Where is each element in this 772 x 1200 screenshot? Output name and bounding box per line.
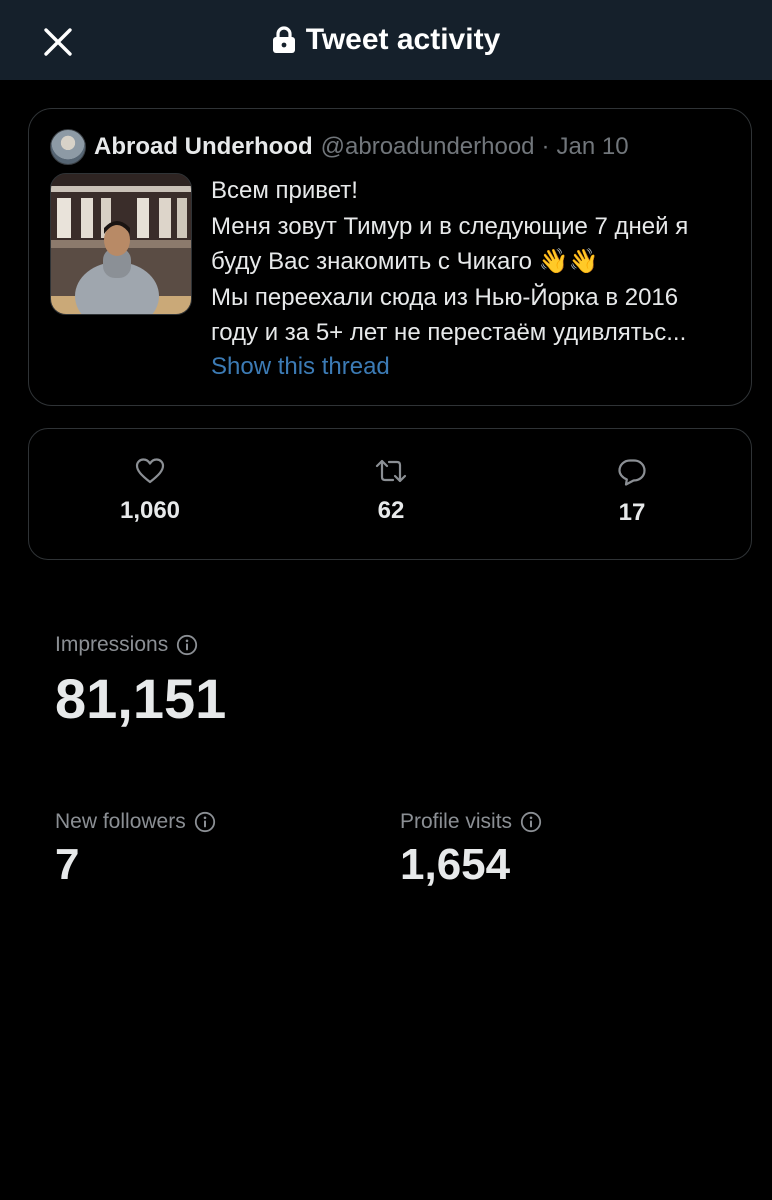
impressions-value: 81,151: [55, 667, 227, 730]
show-thread-link[interactable]: Show this thread: [211, 353, 390, 381]
tweet-text-line: Всем привет!: [211, 177, 358, 204]
info-icon[interactable]: [520, 811, 542, 833]
tweet-date: Jan 10: [556, 133, 629, 160]
engagement-stats-card: 1,060 62 17: [28, 428, 752, 560]
replies-stat[interactable]: 17: [562, 457, 702, 527]
info-icon[interactable]: [194, 811, 216, 833]
author-avatar[interactable]: [50, 129, 86, 165]
replies-count: 17: [618, 499, 646, 526]
new-followers-label: New followers: [55, 810, 186, 833]
top-bar: Tweet activity: [0, 0, 772, 80]
header-title-group: Tweet activity: [0, 0, 772, 80]
tweet-text-line: Меня зовут Тимур и в следующие 7 дней я: [211, 212, 689, 240]
tweet-photo-image: [51, 174, 191, 314]
reply-icon: [618, 459, 646, 486]
author-name[interactable]: Abroad Underhood: [94, 133, 313, 161]
profile-visits-value: 1,654: [400, 840, 511, 889]
profile-visits-label-row: Profile visits: [400, 810, 542, 834]
new-followers-label-row: New followers: [55, 810, 216, 834]
separator-dot: ·: [541, 133, 550, 160]
new-followers-value: 7: [55, 840, 80, 889]
heart-icon: [135, 458, 165, 484]
tweet-media-thumbnail[interactable]: [50, 173, 192, 315]
impressions-label: Impressions: [55, 633, 169, 656]
lock-icon: [272, 26, 295, 53]
retweet-icon: [375, 459, 407, 483]
impressions-label-row: Impressions: [55, 633, 198, 657]
author-handle: @abroadunderhood: [320, 133, 535, 160]
profile-visits-label: Profile visits: [400, 810, 513, 833]
retweets-stat[interactable]: 62: [321, 457, 461, 525]
retweets-count: 62: [377, 497, 405, 524]
tweet-text-line: году и за 5+ лет не перестаём удивлятьс.…: [211, 319, 687, 346]
page-title: Tweet activity: [305, 23, 501, 56]
tweet-text-line: буду Вас знакомить с Чикаго 👋👋: [211, 248, 599, 275]
tweet-text[interactable]: Всем привет! Меня зовут Тимур и в следую…: [211, 173, 741, 351]
tweet-text-line: Мы переехали сюда из Нью-Йорка в 2016: [211, 283, 679, 311]
likes-stat[interactable]: 1,060: [80, 457, 220, 525]
tweet-author-row: Abroad Underhood @abroadunderhood · Jan …: [50, 129, 629, 165]
likes-count: 1,060: [119, 497, 181, 524]
tweet-card[interactable]: Abroad Underhood @abroadunderhood · Jan …: [28, 108, 752, 406]
info-icon[interactable]: [176, 634, 198, 656]
